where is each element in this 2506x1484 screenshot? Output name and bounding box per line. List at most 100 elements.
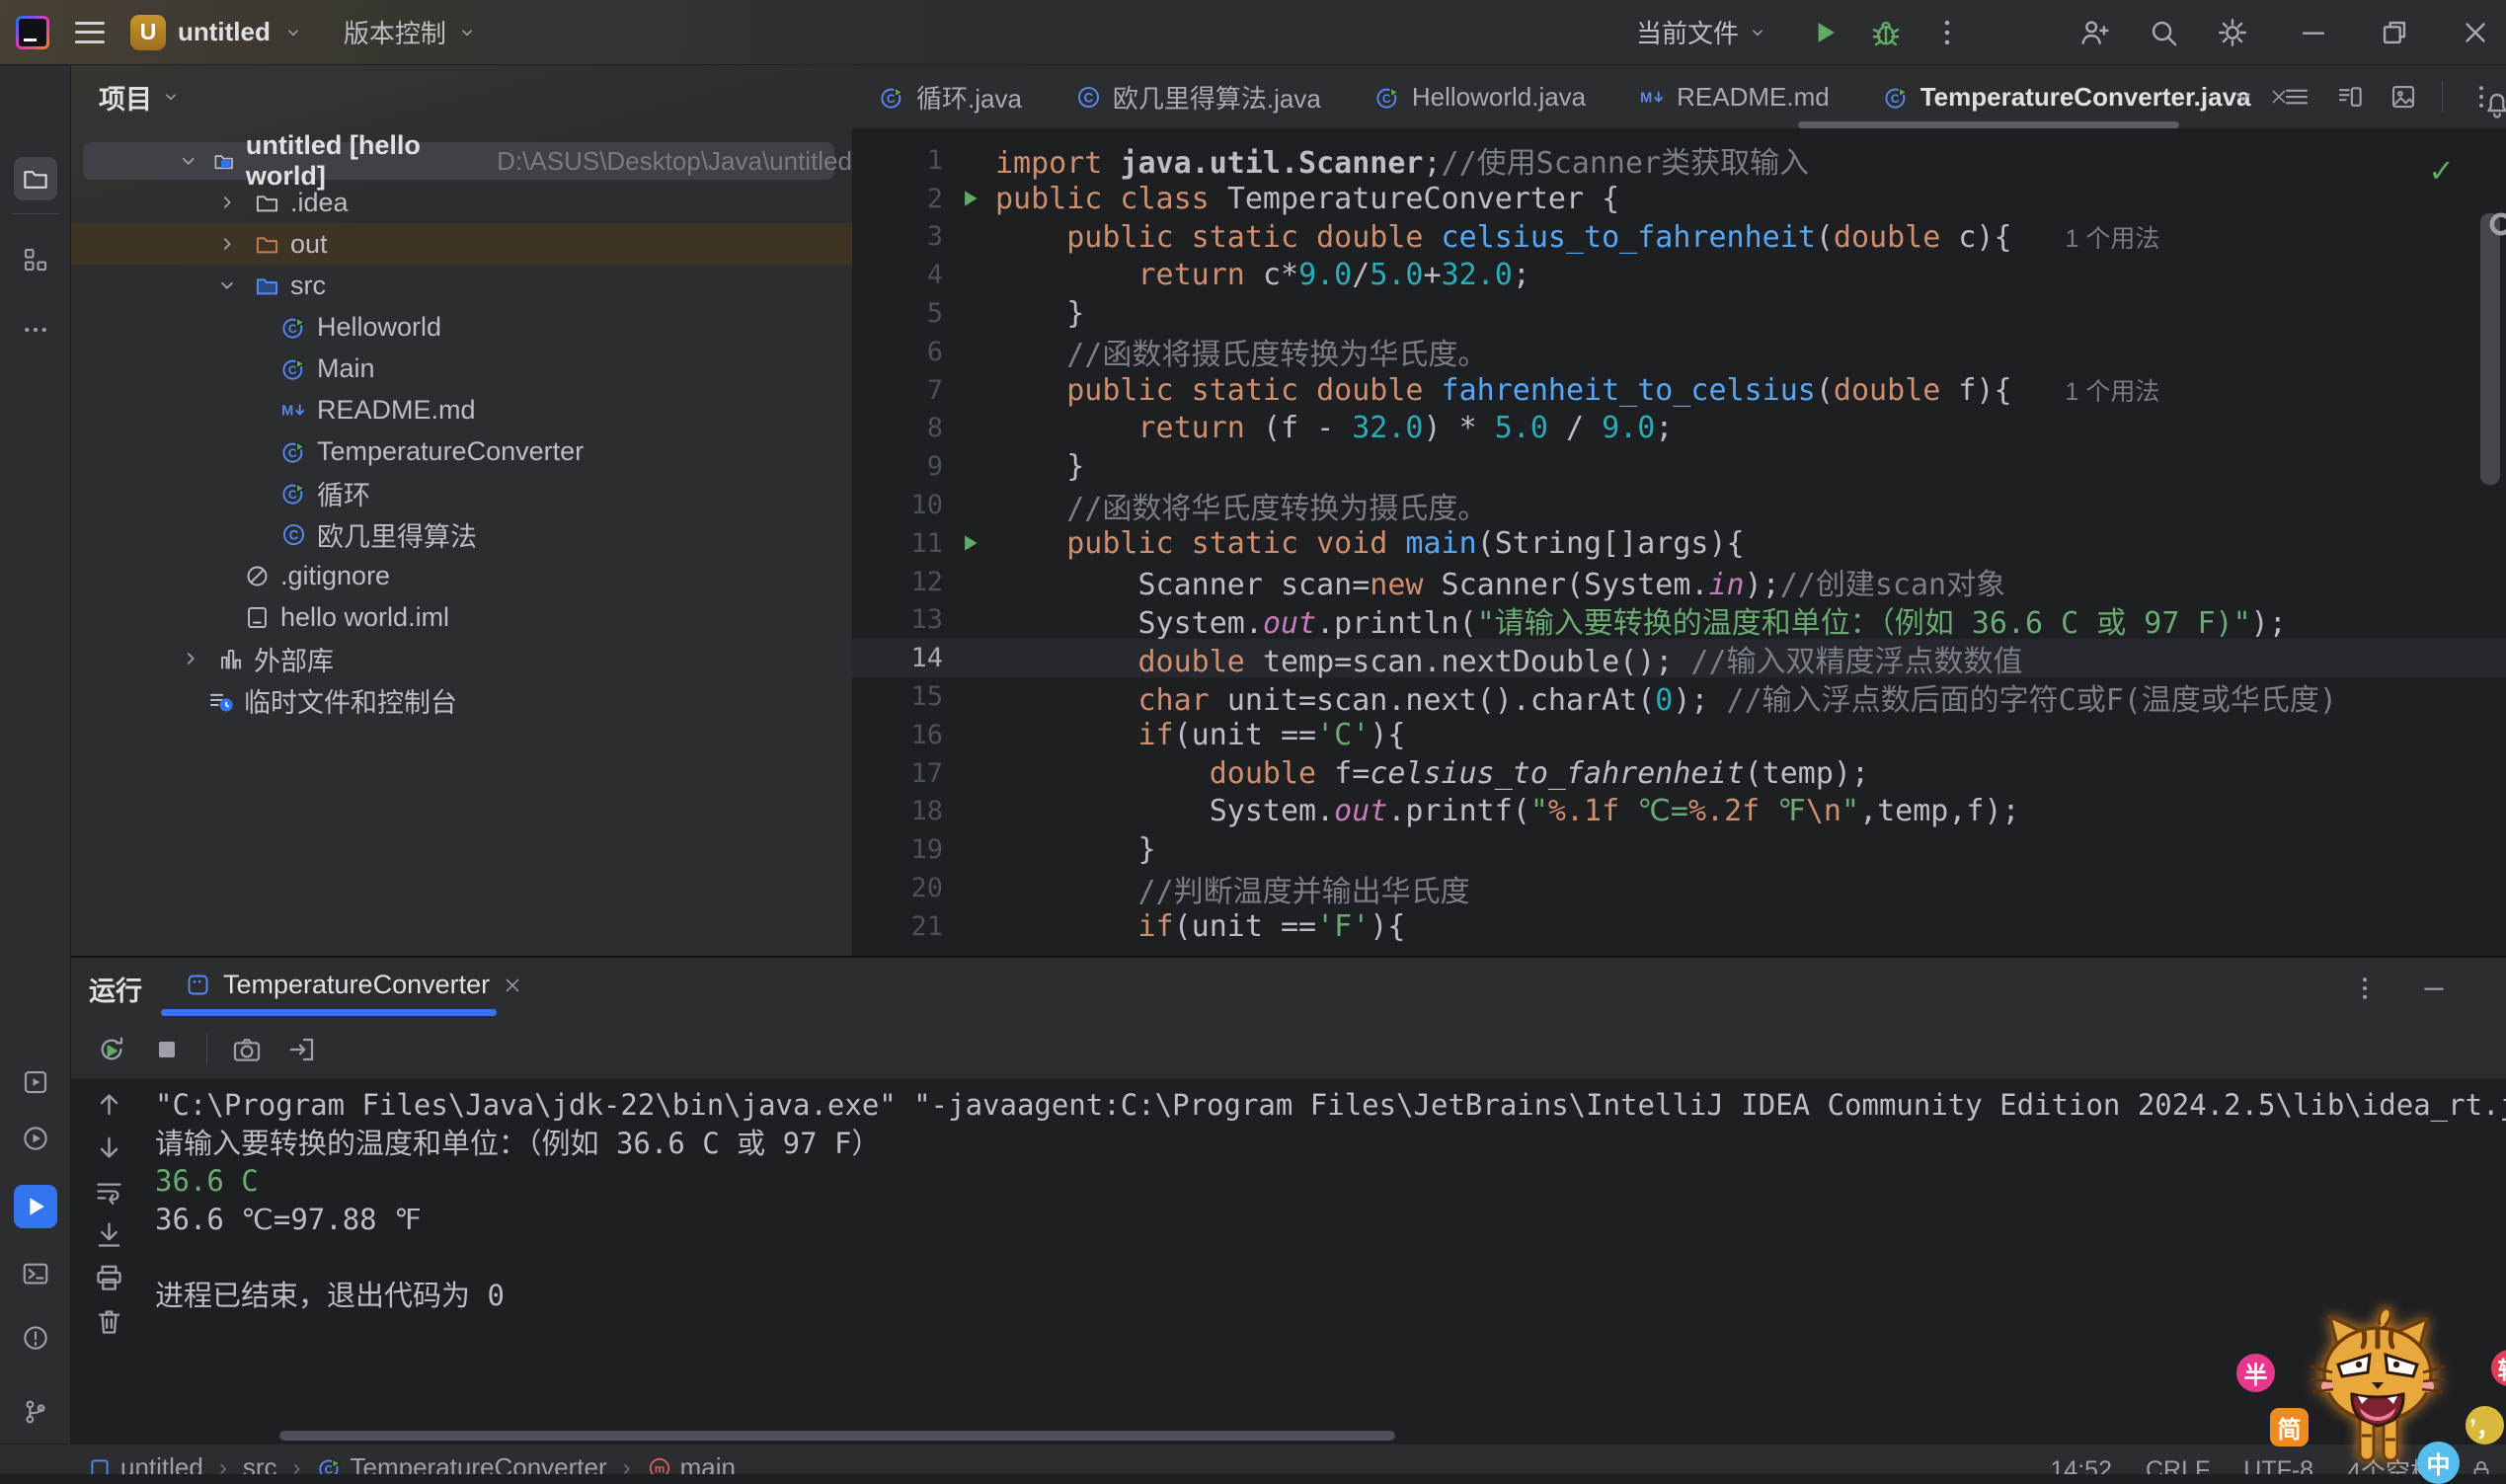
run-line-icon[interactable] [957, 530, 982, 556]
restore-button[interactable] [2378, 16, 2411, 49]
run-line-icon[interactable] [957, 186, 982, 211]
code-line-17[interactable]: 17 double f=celsius_to_fahrenheit(temp); [852, 754, 2506, 793]
export-icon[interactable] [286, 1034, 318, 1065]
stop-icon[interactable] [151, 1034, 183, 1065]
project-panel-header[interactable]: 项目 [71, 65, 852, 128]
tab-strip-scrollbar[interactable] [1798, 121, 2179, 128]
status-item[interactable]: UTF-8 [2243, 1456, 2313, 1475]
code-line-7[interactable]: 7 public static double fahrenheit_to_cel… [852, 371, 2506, 410]
code-line-21[interactable]: 21 if(unit =='F'){ [852, 907, 2506, 946]
tree-item-src[interactable]: src [71, 265, 852, 306]
structure-tool-window[interactable] [14, 238, 57, 281]
tree-item-.gitignore[interactable]: .gitignore [71, 555, 852, 596]
usage-inlay-hint[interactable]: 1 个用法 [2066, 378, 2160, 406]
add-user-button[interactable] [2077, 16, 2111, 49]
more-tool-windows[interactable] [14, 308, 57, 351]
search-button[interactable] [2147, 16, 2180, 49]
run-tool-window[interactable] [14, 1185, 57, 1228]
code-line-11[interactable]: 11 public static void main(String[]args)… [852, 524, 2506, 563]
code-line-20[interactable]: 20 //判断温度并输出华氏度 [852, 869, 2506, 907]
settings-button[interactable] [2216, 16, 2249, 49]
main-menu-icon[interactable] [75, 22, 105, 43]
terminal-tool-window[interactable] [14, 1252, 57, 1295]
split-editor-icon[interactable] [2335, 82, 2365, 112]
soft-wrap-icon[interactable] [93, 1175, 125, 1208]
editor-scrollbar[interactable] [2480, 213, 2500, 485]
breadcrumb-item-TemperatureConverter[interactable]: CTemperatureConverter [317, 1452, 607, 1474]
breadcrumb-item-src[interactable]: src [243, 1452, 277, 1474]
status-item[interactable]: 14:52 [2050, 1456, 2112, 1475]
vcs-widget[interactable]: 版本控制 [344, 14, 478, 50]
arrow-down-icon[interactable] [93, 1132, 125, 1164]
tab-list-chevron-icon[interactable] [2229, 82, 2258, 112]
code-line-9[interactable]: 9 } [852, 447, 2506, 486]
gradle-circle-icon[interactable] [2484, 207, 2506, 241]
run-tab[interactable]: TemperatureConverter [161, 958, 547, 1012]
console-horizontal-scrollbar[interactable] [279, 1431, 1395, 1441]
tree-item-欧几里得算法[interactable]: C欧几里得算法 [71, 513, 852, 555]
problems-tool-window[interactable] [14, 1316, 57, 1360]
code-line-6[interactable]: 6 //函数将摄氏度转换为华氏度。 [852, 333, 2506, 371]
preview-image-icon[interactable] [2389, 82, 2418, 112]
usage-inlay-hint[interactable]: 1 个用法 [2066, 225, 2160, 253]
chevron-right-icon[interactable] [210, 231, 244, 257]
debug-button[interactable] [1869, 16, 1903, 49]
more-actions-button[interactable] [1930, 16, 1964, 49]
close-icon[interactable] [502, 975, 523, 996]
run-panel-kebab-icon[interactable] [2350, 974, 2380, 1003]
editor-tab-循环.java[interactable]: C循环.java [852, 65, 1049, 128]
scroll-end-icon[interactable] [93, 1218, 125, 1251]
arrow-up-icon[interactable] [93, 1088, 125, 1121]
code-line-3[interactable]: 3 public static double celsius_to_fahren… [852, 218, 2506, 257]
lock-icon[interactable] [2468, 1457, 2494, 1474]
tree-item-循环[interactable]: C循环 [71, 472, 852, 513]
run-anything[interactable] [14, 1117, 57, 1160]
chevron-right-icon[interactable] [210, 190, 244, 215]
tree-item-README.md[interactable]: MREADME.md [71, 389, 852, 430]
notifications-bell-icon[interactable] [2480, 87, 2506, 120]
version-control-tool-window[interactable] [14, 1390, 57, 1434]
close-button[interactable] [2459, 16, 2492, 49]
code-line-1[interactable]: 1import java.util.Scanner;//使用Scanner类获取… [852, 141, 2506, 180]
editor-tab-欧几里得算法.java[interactable]: C欧几里得算法.java [1049, 65, 1348, 128]
code-line-4[interactable]: 4 return c*9.0/5.0+32.0; [852, 256, 2506, 294]
tree-item-临时文件和控制台[interactable]: 临时文件和控制台 [71, 679, 852, 721]
code-line-13[interactable]: 13 System.out.println("请输入要转换的温度和单位：（例如 … [852, 601, 2506, 640]
run-button[interactable] [1808, 16, 1841, 49]
camera-icon[interactable] [231, 1034, 263, 1065]
tree-item-Main[interactable]: CMain [71, 348, 852, 389]
run-config-widget[interactable]: 当前文件 [1636, 14, 1768, 50]
breadcrumb-item-main[interactable]: mmain [647, 1452, 736, 1474]
code-line-15[interactable]: 15 char unit=scan.next().charAt(0); //输入… [852, 677, 2506, 716]
code-editor[interactable]: 1import java.util.Scanner;//使用Scanner类获取… [852, 128, 2506, 956]
editor-tab-Helloworld.java[interactable]: CHelloworld.java [1348, 65, 1612, 128]
status-item[interactable]: CRLF [2146, 1456, 2210, 1475]
trash-icon[interactable] [93, 1305, 125, 1338]
project-widget[interactable]: U untitled [130, 15, 304, 50]
project-tool-window[interactable] [14, 157, 57, 200]
code-line-14[interactable]: 14 double temp=scan.nextDouble(); //输入双精… [852, 639, 2506, 677]
chevron-down-icon[interactable] [174, 148, 202, 174]
tree-item-TemperatureConverter[interactable]: CTemperatureConverter [71, 430, 852, 472]
code-line-8[interactable]: 8 return (f - 32.0) * 5.0 / 9.0; [852, 410, 2506, 448]
inspections-ok-icon[interactable]: ✓ [2428, 152, 2455, 190]
code-line-16[interactable]: 16 if(unit =='C'){ [852, 716, 2506, 754]
rerun-icon[interactable] [96, 1034, 127, 1065]
code-line-12[interactable]: 12 Scanner scan=new Scanner(System.in);/… [852, 563, 2506, 601]
tree-item-.idea[interactable]: .idea [71, 182, 852, 223]
tree-item-外部库[interactable]: 外部库 [71, 638, 852, 679]
tree-item-untitled-hello-world-[interactable]: untitled [hello world]D:\ASUS\Desktop\Ja… [71, 140, 852, 182]
kebab-icon[interactable] [342, 1034, 373, 1065]
code-line-18[interactable]: 18 System.out.printf("%.1f ℃=%.2f ℉\n",t… [852, 793, 2506, 831]
code-line-2[interactable]: 2public class TemperatureConverter { [852, 180, 2506, 218]
hide-panel-icon[interactable] [2419, 974, 2449, 1003]
minimize-button[interactable] [2297, 16, 2330, 49]
chevron-right-icon[interactable] [174, 646, 207, 671]
tree-item-hello-world.iml[interactable]: hello world.iml [71, 596, 852, 638]
console-output[interactable]: "C:\Program Files\Java\jdk-22\bin\java.e… [155, 1086, 2486, 1314]
code-line-5[interactable]: 5 } [852, 294, 2506, 333]
tree-item-Helloworld[interactable]: CHelloworld [71, 306, 852, 348]
tab-menu-icon[interactable] [2282, 82, 2311, 112]
code-line-19[interactable]: 19 } [852, 830, 2506, 869]
services-tool-window[interactable] [14, 1060, 57, 1104]
